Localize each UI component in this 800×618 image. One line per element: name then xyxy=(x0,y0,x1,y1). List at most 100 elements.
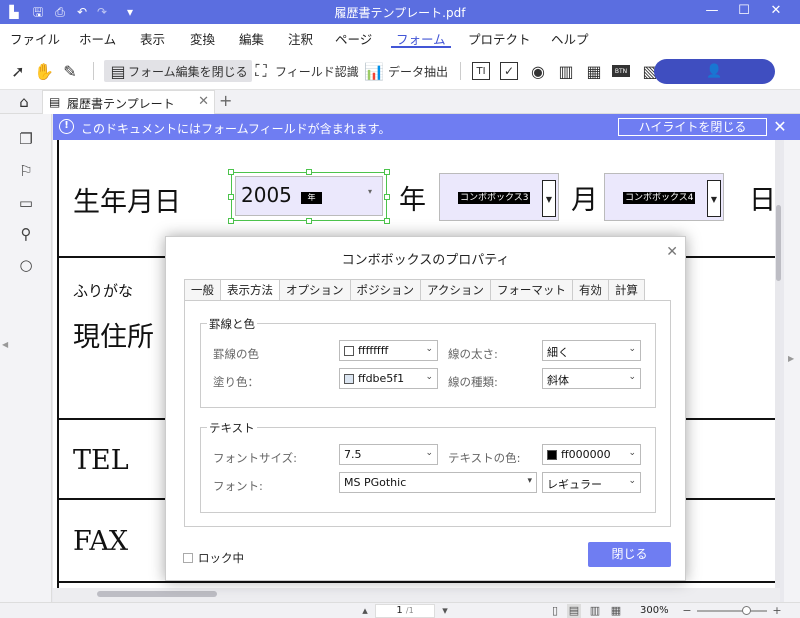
combo-box-icon: ▦ xyxy=(586,61,602,81)
furigana-label: ふりがな xyxy=(73,282,134,300)
search-icon[interactable]: ○ xyxy=(17,256,35,274)
close-notice-icon[interactable]: ✕ xyxy=(771,117,789,136)
zoom-slider[interactable] xyxy=(697,610,767,612)
chevron-down-icon: ⌄ xyxy=(628,344,636,354)
font-style-select[interactable]: レギュラー ⌄ xyxy=(542,472,641,493)
close-form-edit-button[interactable]: ▤ フォーム編集を閉じる xyxy=(104,60,252,82)
two-page-icon[interactable]: ▥ xyxy=(588,604,602,618)
font-size-select[interactable]: 7.5 ⌄ xyxy=(339,444,438,465)
zoom-slider-knob[interactable] xyxy=(742,606,751,615)
zoom-out-icon[interactable]: − xyxy=(680,604,694,618)
font-value: MS PGothic xyxy=(344,476,407,489)
menu-home[interactable]: ホーム xyxy=(79,29,116,48)
resize-handle[interactable] xyxy=(384,169,390,175)
grid-view-icon[interactable]: ▦ xyxy=(609,604,623,618)
resize-handle[interactable] xyxy=(228,169,234,175)
horizontal-scrollbar[interactable] xyxy=(53,588,780,602)
text-color-select[interactable]: ff000000 ⌄ xyxy=(542,444,641,465)
tab-actions[interactable]: アクション xyxy=(420,279,490,301)
combo-box-4[interactable]: コンボボックス4 ▼ xyxy=(604,173,724,221)
continuous-page-icon[interactable]: ▤ xyxy=(567,604,581,618)
day-unit-label: 日 xyxy=(749,185,776,216)
tab-general[interactable]: 一般 xyxy=(184,279,220,301)
expand-right-icon[interactable]: ▶ xyxy=(788,354,794,363)
resize-handle[interactable] xyxy=(228,194,234,200)
zoom-level[interactable]: 300% xyxy=(640,605,669,616)
dialog-close-button[interactable]: 閉じる xyxy=(588,542,671,567)
menu-help[interactable]: ヘルプ xyxy=(551,29,589,48)
resize-handle[interactable] xyxy=(384,218,390,224)
field-recognition-button[interactable]: ⛶ フィールド認識 xyxy=(251,60,358,82)
maximize-icon[interactable]: ☐ xyxy=(736,3,752,19)
locked-checkbox[interactable] xyxy=(183,553,193,563)
zoom-in-icon[interactable]: + xyxy=(770,604,784,618)
menu-page[interactable]: ページ xyxy=(335,29,372,48)
vertical-scrollbar[interactable] xyxy=(774,140,784,588)
menu-convert[interactable]: 変換 xyxy=(190,29,215,48)
fill-color-select[interactable]: ffdbe5f1 ⌄ xyxy=(339,368,438,389)
combo-box-tool[interactable]: ▦ xyxy=(584,60,604,82)
horizontal-scroll-thumb[interactable] xyxy=(97,591,217,597)
collapse-left-icon[interactable]: ◀ xyxy=(2,340,8,349)
dialog-close-icon[interactable]: ✕ xyxy=(666,244,678,260)
locked-label: ロック中 xyxy=(198,551,244,565)
checkbox-tool[interactable]: ✓ xyxy=(500,60,518,82)
tab-validate[interactable]: 有効 xyxy=(571,279,608,301)
menu-comment[interactable]: 注釈 xyxy=(288,29,313,48)
text-color-label: テキストの色: xyxy=(448,451,521,465)
new-tab-icon[interactable]: + xyxy=(219,91,232,110)
tab-appearance[interactable]: 表示方法 xyxy=(220,279,279,301)
single-page-icon[interactable]: ▯ xyxy=(548,604,562,618)
list-box-tool[interactable]: ▥ xyxy=(556,60,576,82)
edit-form-tool[interactable]: ✎ xyxy=(60,60,80,82)
thumbnails-icon[interactable]: ❐ xyxy=(17,130,35,148)
tab-options[interactable]: オプション xyxy=(279,279,350,301)
minimize-icon[interactable]: — xyxy=(704,3,720,19)
tab-close-icon[interactable]: ✕ xyxy=(198,94,209,109)
menu-file[interactable]: ファイル xyxy=(10,29,60,48)
radio-button-icon: ◉ xyxy=(531,61,545,81)
user-account-button[interactable]: 👤 xyxy=(654,59,775,84)
close-highlight-button[interactable]: ハイライトを閉じる xyxy=(618,118,767,136)
resize-handle[interactable] xyxy=(306,218,312,224)
resize-handle[interactable] xyxy=(306,169,312,175)
font-select[interactable]: MS PGothic ▾ xyxy=(339,472,537,493)
tab-calculate[interactable]: 計算 xyxy=(607,279,645,301)
hand-tool[interactable]: ✋ xyxy=(34,60,54,82)
chevron-down-icon: ▾ xyxy=(527,476,532,486)
tab-position[interactable]: ポジション xyxy=(349,279,420,301)
resize-handle[interactable] xyxy=(384,194,390,200)
home-icon[interactable]: ⌂ xyxy=(15,93,33,111)
year-combo-field[interactable]: 2005 年 ▾ xyxy=(231,172,387,221)
line-style-select[interactable]: 斜体 ⌄ xyxy=(542,368,641,389)
combo-box-3[interactable]: コンボボックス3 ▼ xyxy=(439,173,559,221)
tab-format[interactable]: フォーマット xyxy=(489,279,572,301)
data-extract-button[interactable]: 📊 データ抽出 xyxy=(364,60,448,82)
form-toolbar: ➚ ✋ ✎ ▤ フォーム編集を閉じる ⛶ フィールド認識 📊 データ抽出 TI … xyxy=(0,50,800,90)
menu-protect[interactable]: プロテクト xyxy=(468,29,531,48)
text-field-tool[interactable]: TI xyxy=(472,60,490,82)
page-number-input[interactable]: 1 /1 xyxy=(375,604,435,618)
close-window-icon[interactable]: ✕ xyxy=(768,3,784,19)
fill-color-swatch xyxy=(344,374,354,384)
radio-button-tool[interactable]: ◉ xyxy=(528,60,548,82)
vertical-scroll-thumb[interactable] xyxy=(776,205,781,281)
document-icon: ▤ xyxy=(49,95,61,109)
line-width-select[interactable]: 細く ⌄ xyxy=(542,340,641,361)
comment-icon[interactable]: ▭ xyxy=(17,194,35,212)
button-tool[interactable]: BTN xyxy=(612,60,630,82)
menu-edit[interactable]: 編集 xyxy=(239,29,264,48)
prev-page-icon[interactable]: ▴ xyxy=(358,604,372,618)
select-tool[interactable]: ➚ xyxy=(8,60,28,82)
locked-checkbox-row[interactable]: ロック中 xyxy=(183,550,244,566)
bookmark-icon[interactable]: ⚐ xyxy=(17,162,35,180)
chevron-down-icon: ⌄ xyxy=(628,372,636,382)
menu-view[interactable]: 表示 xyxy=(140,29,165,48)
border-color-value: ffffffff xyxy=(358,344,389,357)
document-tab[interactable]: ▤ 履歴書テンプレート ✕ xyxy=(42,90,215,114)
resize-handle[interactable] xyxy=(228,218,234,224)
border-color-select[interactable]: ffffffff ⌄ xyxy=(339,340,438,361)
attachment-icon[interactable]: ⚲ xyxy=(17,225,35,243)
next-page-icon[interactable]: ▾ xyxy=(438,604,452,618)
window-title: 履歴書テンプレート.pdf xyxy=(334,6,466,20)
